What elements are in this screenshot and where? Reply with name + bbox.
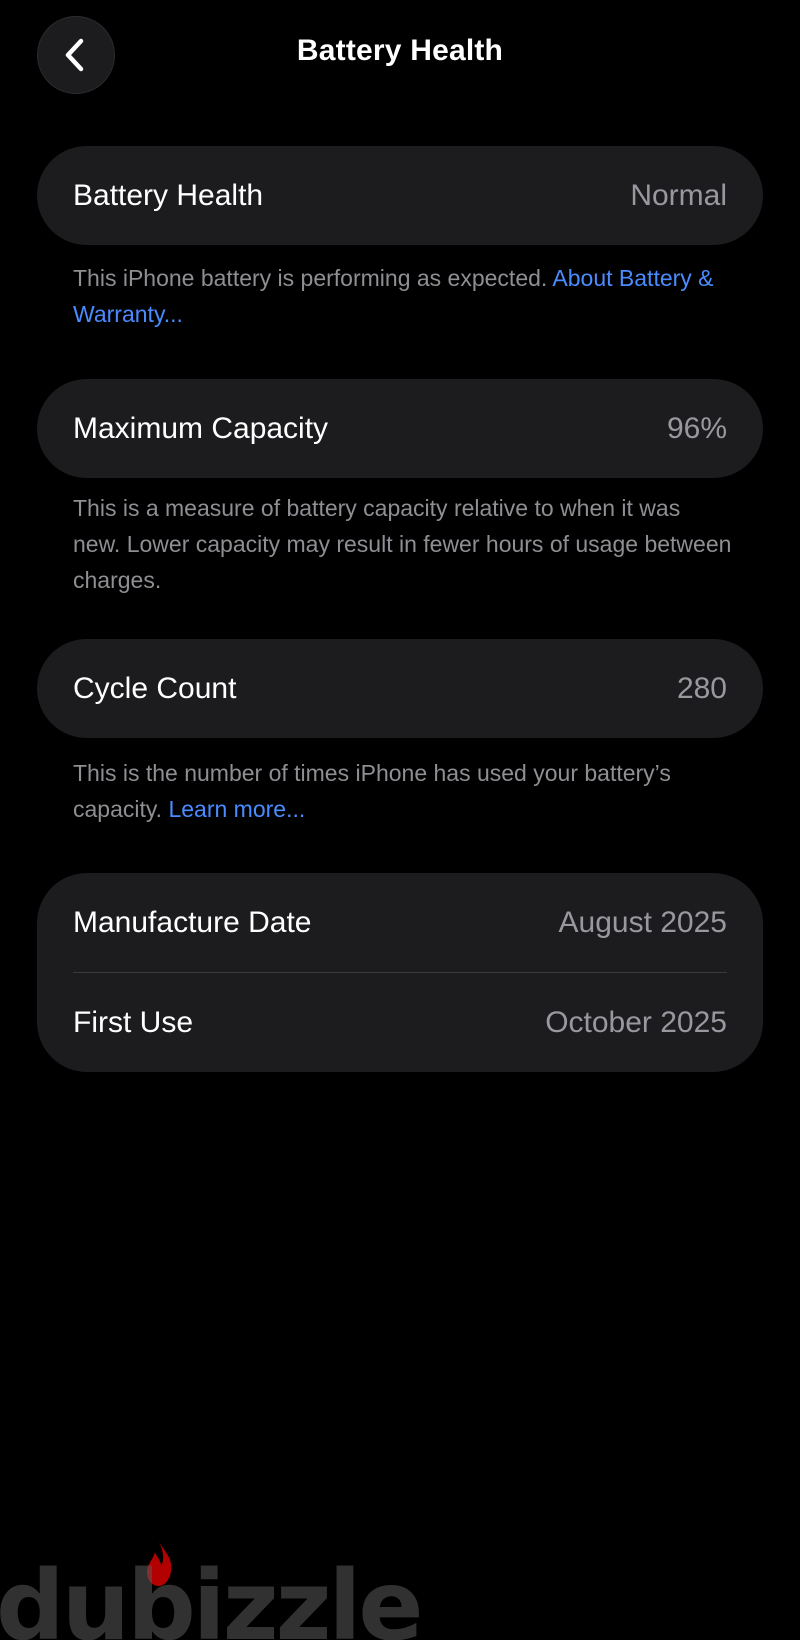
battery-health-footnote: This iPhone battery is performing as exp…	[73, 260, 733, 332]
battery-health-row: Battery Health Normal	[37, 146, 763, 245]
cycle-count-label: Cycle Count	[73, 671, 237, 705]
battery-health-label: Battery Health	[73, 178, 264, 212]
manufacture-date-value: August 2025	[558, 905, 727, 939]
manufacture-date-row: Manufacture Date August 2025	[37, 873, 763, 972]
maximum-capacity-footnote: This is a measure of battery capacity re…	[73, 495, 732, 593]
cycle-count-footnote: This is the number of times iPhone has u…	[73, 755, 733, 827]
dates-card: Manufacture Date August 2025 First Use O…	[37, 873, 763, 1072]
first-use-value: October 2025	[545, 1005, 727, 1039]
watermark-text: dubizzle	[0, 1550, 423, 1640]
cycle-count-row: Cycle Count 280	[37, 639, 763, 738]
battery-health-screen: Battery Health Battery Health Normal Thi…	[0, 0, 800, 1640]
battery-health-card: Battery Health Normal	[37, 146, 763, 245]
maximum-capacity-row: Maximum Capacity 96%	[37, 379, 763, 478]
cycle-count-value: 280	[676, 671, 727, 705]
learn-more-link[interactable]: Learn more...	[168, 796, 305, 822]
maximum-capacity-label: Maximum Capacity	[73, 411, 329, 445]
dubizzle-watermark: dubizzle	[0, 1540, 423, 1640]
maximum-capacity-card: Maximum Capacity 96%	[37, 379, 763, 478]
cycle-count-footnote-text: This is the number of times iPhone has u…	[73, 760, 671, 822]
cycle-count-card: Cycle Count 280	[37, 639, 763, 738]
battery-health-footnote-text: This iPhone battery is performing as exp…	[73, 265, 553, 291]
first-use-label: First Use	[73, 1005, 193, 1039]
manufacture-date-label: Manufacture Date	[73, 905, 312, 939]
maximum-capacity-value: 96%	[666, 411, 727, 445]
page-title: Battery Health	[296, 34, 504, 67]
first-use-row: First Use October 2025	[37, 973, 763, 1072]
battery-health-value: Normal	[630, 178, 727, 212]
